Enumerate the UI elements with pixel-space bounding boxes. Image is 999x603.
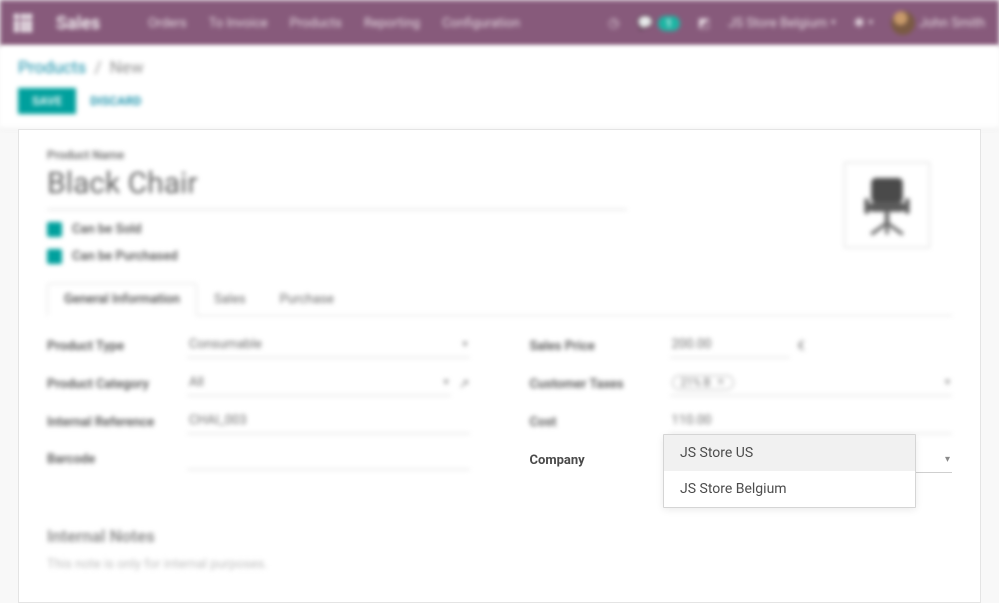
nav-products[interactable]: Products [290,16,342,31]
tray-icon[interactable]: ◩ [698,16,710,31]
cost-label: Cost [530,415,670,430]
nav-orders[interactable]: Orders [148,16,187,31]
navbar-menu: Orders To Invoice Products Reporting Con… [148,16,520,31]
tab-general-information[interactable]: General Information [47,283,197,316]
can-be-purchased-label: Can be Purchased [72,249,178,264]
barcode-input[interactable] [187,448,470,470]
company-switcher[interactable]: JS Store Belgium ▾ [728,16,836,31]
tab-purchase[interactable]: Purchase [263,283,351,316]
chevron-down-icon: ▾ [444,377,449,388]
can-be-sold-label: Can be Sold [72,222,142,237]
nav-to-invoice[interactable]: To Invoice [209,16,268,31]
product-type-select[interactable]: Consumable▾ [187,334,470,358]
barcode-label: Barcode [47,452,187,467]
tax-tag: 21% B✕ [672,375,734,390]
clock-icon[interactable]: ◷ [608,16,619,31]
nav-reporting[interactable]: Reporting [364,16,420,31]
sales-price-input[interactable]: 200.00 [670,334,790,358]
debug-menu[interactable]: ✱ ▾ [854,16,873,31]
customer-taxes-select[interactable]: 21% B✕ ▾ [670,372,953,396]
avatar [891,11,915,35]
chat-badge: 1 [658,16,680,31]
sales-price-label: Sales Price [530,339,670,354]
user-menu[interactable]: John Smith [891,11,985,35]
chevron-down-icon: ▾ [831,18,836,28]
save-button[interactable]: SAVE [18,88,76,114]
breadcrumb-sep: / [94,58,101,78]
chair-icon [851,169,923,241]
company-dropdown: JS Store US JS Store Belgium [663,434,916,508]
form-sheet: Product Name Black Chair Can be Sold Can… [18,129,981,603]
discard-button[interactable]: DISCARD [90,94,141,108]
chevron-down-icon: ▾ [945,377,950,388]
app-brand[interactable]: Sales [56,13,100,34]
product-category-select[interactable]: All▾ [187,372,451,396]
internal-reference-label: Internal Reference [47,415,187,430]
chat-icon[interactable]: 💬1 [637,16,679,31]
company-label: Company [530,453,670,468]
control-panel: Products / New SAVE DISCARD [0,46,999,129]
cost-input[interactable]: 110.00 [670,410,953,434]
close-icon[interactable]: ✕ [717,377,725,388]
can-be-sold-checkbox[interactable] [47,222,62,237]
can-be-purchased-checkbox[interactable] [47,249,62,264]
internal-notes-placeholder[interactable]: This note is only for internal purposes. [47,557,952,572]
breadcrumb: Products / New [18,58,981,78]
product-name-input[interactable]: Black Chair [47,164,627,210]
product-image[interactable] [844,162,930,248]
company-option-belgium[interactable]: JS Store Belgium [664,471,915,507]
internal-reference-input[interactable]: CHAI_003 [187,410,470,434]
currency-symbol: € [798,339,805,354]
form-tabs: General Information Sales Purchase [47,282,952,316]
company-option-us[interactable]: JS Store US [664,435,915,471]
external-link-icon[interactable]: ↗ [459,377,470,392]
top-navbar: Sales Orders To Invoice Products Reporti… [0,0,999,46]
breadcrumb-root[interactable]: Products [18,58,86,78]
breadcrumb-current: New [110,58,144,78]
nav-configuration[interactable]: Configuration [442,16,520,31]
chevron-down-icon: ▾ [462,339,467,350]
apps-icon[interactable] [14,14,32,32]
product-type-label: Product Type [47,339,187,354]
tab-sales[interactable]: Sales [197,283,263,316]
customer-taxes-label: Customer Taxes [530,377,670,392]
product-name-label: Product Name [47,148,952,162]
internal-notes-heading: Internal Notes [47,527,952,547]
product-category-label: Product Category [47,377,187,392]
chevron-down-icon: ▾ [945,454,950,465]
